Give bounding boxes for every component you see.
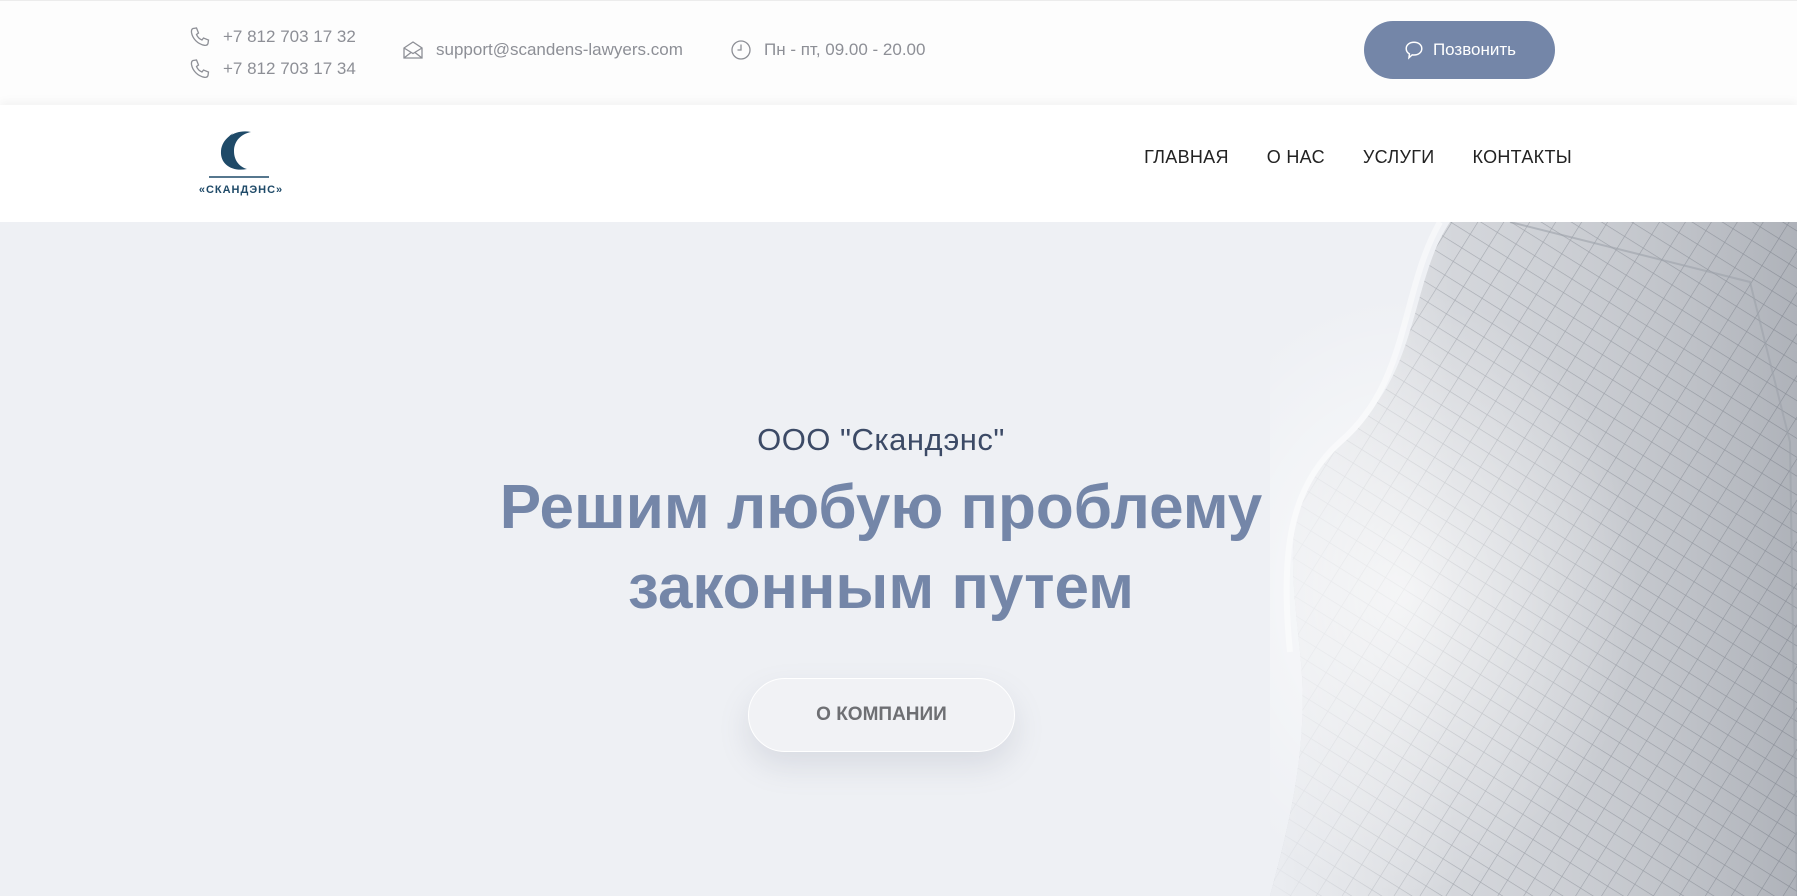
phone-icon bbox=[190, 27, 210, 46]
site-header: «СКАНДЭНС» ГЛАВНАЯ О НАС УСЛУГИ КОНТАКТЫ bbox=[0, 105, 1797, 222]
clock-icon bbox=[731, 40, 751, 60]
hero-title-line-1: Решим любую проблему bbox=[499, 473, 1263, 542]
hero-subtitle: ООО "Скандэнс" bbox=[757, 422, 1005, 457]
hero-title: Решим любую проблему законным путем bbox=[0, 468, 1762, 628]
phone-number: +7 812 703 17 32 bbox=[223, 27, 356, 46]
phone-link-1[interactable]: +7 812 703 17 32 bbox=[188, 21, 356, 53]
call-button-label: Позвонить bbox=[1432, 40, 1517, 59]
phone-icon bbox=[190, 59, 210, 78]
nav-item-contacts[interactable]: КОНТАКТЫ bbox=[1472, 147, 1572, 168]
about-company-button-label: О КОМПАНИИ bbox=[816, 704, 947, 725]
phone-list: +7 812 703 17 32 +7 812 703 17 34 bbox=[188, 21, 356, 85]
email-link[interactable]: support@scandens-lawyers.com bbox=[401, 35, 683, 65]
company-logo[interactable]: «СКАНДЭНС» bbox=[193, 125, 289, 207]
hours-text: Пн - пт, 09.00 - 20.00 bbox=[764, 40, 926, 59]
phone-number: +7 812 703 17 34 bbox=[223, 59, 356, 78]
top-contact-bar: +7 812 703 17 32 +7 812 703 17 34 suppor… bbox=[0, 0, 1797, 105]
email-address: support@scandens-lawyers.com bbox=[436, 40, 683, 59]
nav-item-services[interactable]: УСЛУГИ bbox=[1363, 147, 1435, 168]
nav-item-home[interactable]: ГЛАВНАЯ bbox=[1144, 147, 1229, 168]
phone-link-2[interactable]: +7 812 703 17 34 bbox=[188, 53, 356, 85]
nav-item-about[interactable]: О НАС bbox=[1267, 147, 1325, 168]
hero-section: ООО "Скандэнс" Решим любую проблему зако… bbox=[0, 222, 1797, 896]
chat-bubble-icon bbox=[1405, 41, 1423, 60]
envelope-icon bbox=[403, 41, 423, 59]
call-button[interactable]: Позвонить bbox=[1364, 21, 1555, 79]
hero-title-line-2: законным путем bbox=[627, 553, 1135, 622]
logo-text: «СКАНДЭНС» bbox=[199, 184, 283, 196]
about-company-button[interactable]: О КОМПАНИИ bbox=[748, 678, 1015, 752]
working-hours: Пн - пт, 09.00 - 20.00 bbox=[729, 35, 925, 65]
page: +7 812 703 17 32 +7 812 703 17 34 suppor… bbox=[0, 0, 1797, 896]
main-nav: ГЛАВНАЯ О НАС УСЛУГИ КОНТАКТЫ bbox=[1106, 147, 1572, 168]
